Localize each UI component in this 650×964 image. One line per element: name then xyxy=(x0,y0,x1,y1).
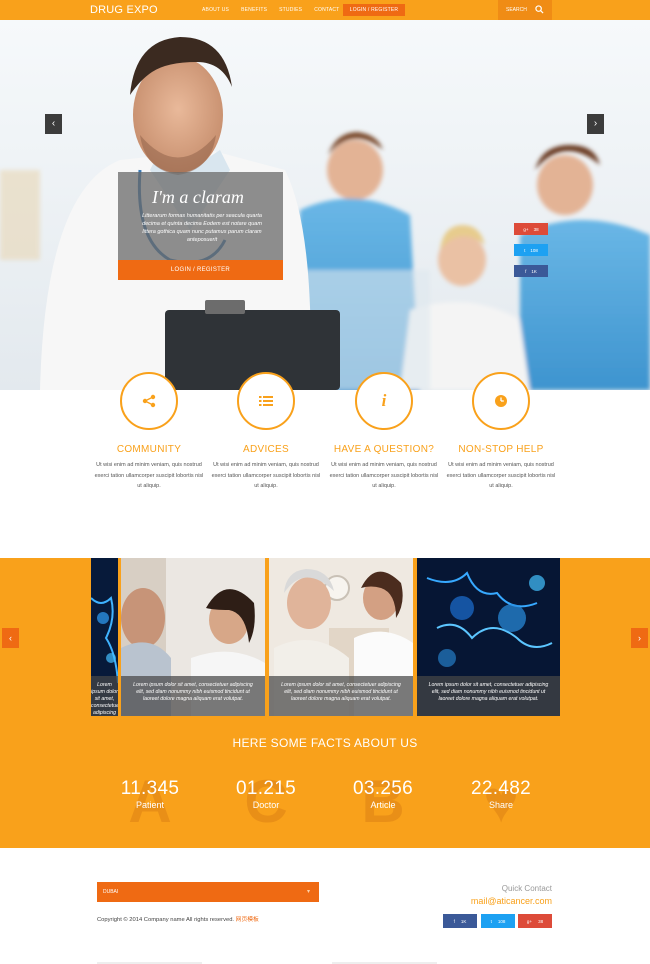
footer-share-twitter[interactable]: t 108 xyxy=(481,914,515,928)
feature-title: COMMUNITY xyxy=(116,444,182,455)
feature-circle[interactable]: i xyxy=(355,372,413,430)
hero-next-arrow[interactable]: › xyxy=(587,114,604,134)
footer-share-googleplus[interactable]: g+ 38 xyxy=(518,914,552,928)
nav-contact[interactable]: CONTACT xyxy=(314,7,339,13)
twitter-icon: t xyxy=(490,918,492,924)
googleplus-icon: g+ xyxy=(526,918,533,924)
contact-email-link[interactable]: mail@aticancer.com xyxy=(440,896,552,906)
fact-share: ♥ 22.482 Share xyxy=(446,772,556,832)
share-count: 38 xyxy=(533,226,539,232)
search-icon xyxy=(535,5,544,14)
hero-login-button[interactable]: LOGIN / REGISTER xyxy=(118,260,283,280)
hero-prev-arrow[interactable]: ‹ xyxy=(45,114,62,134)
footer: DUBAI ▾ Copyright © 2014 Company name Al… xyxy=(0,848,650,964)
clock-icon xyxy=(495,395,507,407)
copyright-link[interactable]: 网页模板 xyxy=(236,917,259,923)
hero-share-googleplus[interactable]: g+ 38 xyxy=(514,223,548,235)
gallery-prev-arrow[interactable]: ‹ xyxy=(2,628,19,648)
gallery-item[interactable]: Lorem ipsum dolor sit amet, consectetuer… xyxy=(269,558,413,716)
footer-share-facebook[interactable]: f 1K xyxy=(443,914,477,928)
search-button[interactable]: SEARCH xyxy=(498,0,552,20)
dropdown-value: DUBAI xyxy=(103,889,119,895)
twitter-icon: t xyxy=(524,247,526,253)
gallery-caption: Lorem ipsum dolor sit amet, consectetuer… xyxy=(269,676,413,716)
share-count: 108 xyxy=(497,918,506,924)
chevron-down-icon: ▾ xyxy=(307,889,311,895)
feature-circle[interactable] xyxy=(237,372,295,430)
fact-label: Patient xyxy=(135,800,165,810)
gallery-facts-section: ‹ › Lorem ipsum dolor sit amet, consecte… xyxy=(0,558,650,848)
login-register-button[interactable]: LOGIN / REGISTER xyxy=(343,4,405,16)
hero-image xyxy=(0,20,650,390)
copyright: Copyright © 2014 Company name All rights… xyxy=(97,914,259,923)
site-logo[interactable]: DRUG EXPO xyxy=(90,4,158,16)
share-count: 1K xyxy=(531,268,537,274)
share-count: 38 xyxy=(538,918,544,924)
info-icon: i xyxy=(381,391,387,410)
nav-about-us[interactable]: ABOUT US xyxy=(202,7,229,13)
page: DRUG EXPO ABOUT US BENEFITS STUDIES CONT… xyxy=(0,0,650,964)
share-count: 108 xyxy=(530,247,538,253)
feature-title: ADVICES xyxy=(242,444,289,455)
fact-value: 11.345 xyxy=(120,778,180,799)
feature-description: Ut wisi enim ad minim veniam, quis nostr… xyxy=(446,462,556,489)
facts-heading: HERE SOME FACTS ABOUT US xyxy=(232,736,418,750)
fact-article: B 03.256 Article xyxy=(328,772,438,832)
copyright-text: Copyright © 2014 Company name All rights… xyxy=(97,917,235,923)
language-dropdown[interactable]: DUBAI ▾ xyxy=(97,882,319,902)
hero-share-twitter[interactable]: t 108 xyxy=(514,244,548,256)
hero-title: I'm a claram xyxy=(152,187,244,207)
fact-value: 01.215 xyxy=(236,778,296,799)
gallery-item[interactable]: Lorem ipsum dolor sit amet, consectetuer… xyxy=(91,558,118,716)
fact-label: Article xyxy=(370,800,396,810)
feature-circle[interactable] xyxy=(472,372,530,430)
feature-description: Ut wisi enim ad minim veniam, quis nostr… xyxy=(329,462,439,489)
share-icon xyxy=(142,394,156,408)
feature-title: HAVE A QUESTION? xyxy=(333,444,435,455)
nav-studies[interactable]: STUDIES xyxy=(279,7,302,13)
fact-doctor: C 01.215 Doctor xyxy=(211,772,321,832)
quick-contact-label: Quick Contact xyxy=(501,884,552,893)
fact-patient: A 11.345 Patient xyxy=(95,772,205,832)
feature-circle[interactable] xyxy=(120,372,178,430)
search-label: SEARCH xyxy=(506,7,527,13)
hero-slider: ‹ › I'm a claram Litterarum formas human… xyxy=(0,20,650,390)
top-navbar: DRUG EXPO ABOUT US BENEFITS STUDIES CONT… xyxy=(0,0,650,20)
feature-description: Ut wisi enim ad minim veniam, quis nostr… xyxy=(211,462,321,489)
gallery-item[interactable]: Lorem ipsum dolor sit amet, consectetuer… xyxy=(417,558,560,716)
hero-share-facebook[interactable]: f 1K xyxy=(514,265,548,277)
fact-value: 22.482 xyxy=(471,778,531,799)
fact-label: Doctor xyxy=(252,800,280,810)
fact-label: Share xyxy=(488,800,514,810)
feature-title: NON-STOP HELP xyxy=(458,444,544,455)
fact-value: 03.256 xyxy=(353,778,413,799)
facebook-icon: f xyxy=(525,268,527,274)
gallery-caption: Lorem ipsum dolor sit amet, consectetuer… xyxy=(91,676,118,716)
share-count: 1K xyxy=(460,918,467,924)
gallery-next-arrow[interactable]: › xyxy=(631,628,648,648)
gallery-caption: Lorem ipsum dolor sit amet, consectetuer… xyxy=(121,676,265,716)
list-icon xyxy=(259,396,273,406)
facebook-icon: f xyxy=(453,918,455,924)
gallery-caption: Lorem ipsum dolor sit amet, consectetuer… xyxy=(417,676,560,716)
hero-text: Litterarum formas humanitatis per seacul… xyxy=(142,213,262,243)
gallery-item[interactable]: Lorem ipsum dolor sit amet, consectetuer… xyxy=(121,558,265,716)
googleplus-icon: g+ xyxy=(523,226,529,232)
feature-description: Ut wisi enim ad minim veniam, quis nostr… xyxy=(94,462,204,489)
nav-benefits[interactable]: BENEFITS xyxy=(241,7,267,13)
main-nav: ABOUT US BENEFITS STUDIES CONTACT xyxy=(202,7,339,13)
